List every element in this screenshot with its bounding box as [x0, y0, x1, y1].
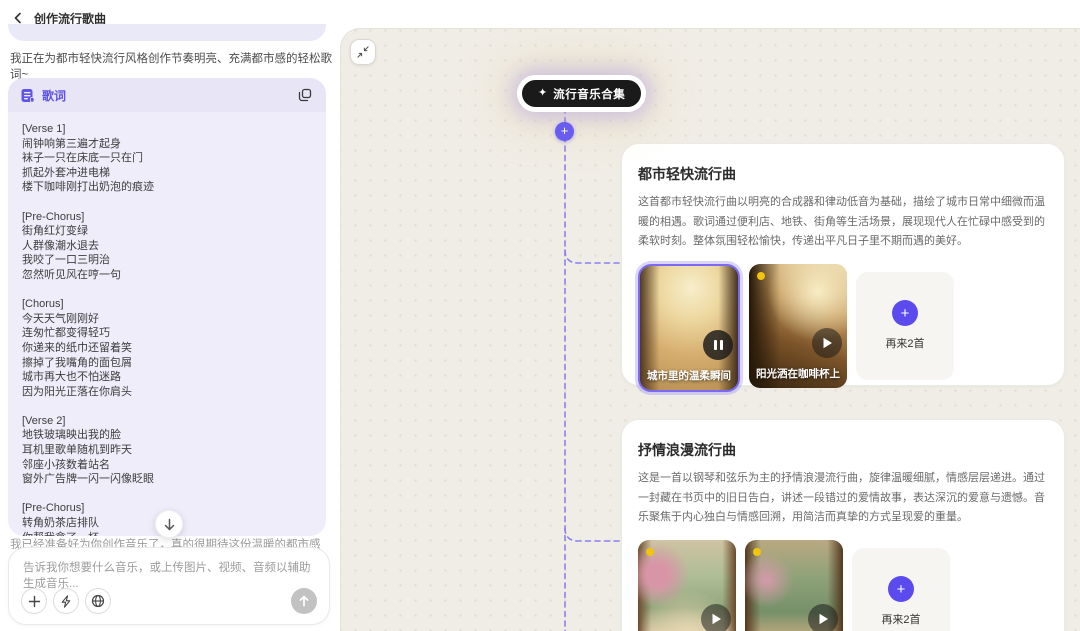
track-title: 城市里的温柔瞬间	[647, 368, 731, 383]
status-dot	[646, 548, 654, 556]
play-button[interactable]	[701, 604, 731, 631]
app-window: 创作流行歌曲 我正在为都市轻快流行风格创作节奏明亮、充满都市感的轻松歌词~ 歌词	[0, 0, 1080, 631]
pause-button[interactable]	[703, 330, 733, 360]
generate-more-button[interactable]: + 再来2首	[852, 548, 950, 631]
play-icon	[711, 613, 722, 625]
add-node-button[interactable]: +	[555, 122, 574, 141]
lyrics-panel: 歌词 [Verse 1] 闹钟响第三遍才起身 袜子一只在床底一只在门 抓起外套冲…	[8, 78, 326, 536]
canvas[interactable]: ✦ 流行音乐合集 + 都市轻快流行曲 这首都市轻快流行曲以明亮的合成器和律动低音…	[340, 28, 1080, 631]
track-card-selected[interactable]: 城市里的温柔瞬间	[638, 264, 740, 392]
lyrics-icon	[20, 88, 35, 103]
chevron-left-icon	[12, 12, 24, 24]
collection-node-label: 流行音乐合集	[553, 86, 625, 102]
play-button[interactable]	[812, 328, 842, 358]
quick-generate-button[interactable]	[53, 588, 79, 614]
track-list: 城市里的温柔瞬间 阳光洒在咖啡杯上 + 再来2首	[638, 264, 1048, 392]
track-card[interactable]: 阳光洒在咖啡杯上	[749, 264, 847, 388]
copy-button[interactable]	[296, 86, 314, 104]
plus-icon: +	[892, 300, 918, 326]
composer-toolbar	[9, 588, 329, 614]
pause-icon	[714, 340, 723, 350]
status-dot	[757, 272, 765, 280]
collection-node[interactable]: ✦ 流行音乐合集	[517, 75, 646, 112]
fit-view-button[interactable]	[350, 39, 376, 65]
play-icon	[822, 337, 833, 349]
plus-icon: +	[888, 576, 914, 602]
lyrics-text: [Verse 1] 闹钟响第三遍才起身 袜子一只在床底一只在门 抓起外套冲进电梯…	[8, 112, 326, 536]
web-button[interactable]	[85, 588, 111, 614]
lightning-icon	[60, 595, 72, 608]
lyrics-panel-header: 歌词	[8, 78, 326, 112]
arrow-down-icon	[163, 518, 176, 531]
arrow-up-icon	[298, 595, 310, 607]
music-prompt-input[interactable]	[23, 559, 315, 589]
song-group-card: 都市轻快流行曲 这首都市轻快流行曲以明亮的合成器和律动低音为基础，描绘了城市日常…	[621, 143, 1065, 386]
song-group-description: 这首都市轻快流行曲以明亮的合成器和律动低音为基础，描绘了城市日常中细微而温暖的相…	[638, 193, 1048, 252]
play-icon	[818, 613, 829, 625]
attach-button[interactable]	[21, 588, 47, 614]
generate-more-label: 再来2首	[881, 611, 920, 627]
sparkle-icon: ✦	[538, 88, 547, 99]
song-group-card: 抒情浪漫流行曲 这是一首以钢琴和弦乐为主的抒情浪漫流行曲，旋律温暖细腻，情感层层…	[621, 419, 1065, 631]
generate-more-label: 再来2首	[885, 335, 924, 351]
previous-message-bubble	[8, 24, 326, 41]
status-dot	[753, 548, 761, 556]
copy-icon	[298, 88, 312, 102]
track-card[interactable]: 纸条上的告白	[745, 540, 843, 631]
song-group-title: 都市轻快流行曲	[638, 164, 1048, 184]
track-list: 未说出口的爱 纸条上的告白 + 再来2首	[638, 540, 1048, 631]
scroll-to-bottom-button[interactable]	[155, 510, 183, 538]
composer	[8, 547, 330, 625]
play-button[interactable]	[808, 604, 838, 631]
song-group-title: 抒情浪漫流行曲	[638, 440, 1048, 460]
globe-icon	[91, 594, 105, 608]
track-card[interactable]: 未说出口的爱	[638, 540, 736, 631]
lyrics-panel-title: 歌词	[42, 87, 66, 104]
generate-more-button[interactable]: + 再来2首	[856, 272, 954, 380]
send-button[interactable]	[291, 588, 317, 614]
track-title: 阳光洒在咖啡杯上	[756, 366, 840, 381]
collapse-icon	[356, 45, 370, 59]
chat-panel: 创作流行歌曲 我正在为都市轻快流行风格创作节奏明亮、充满都市感的轻松歌词~ 歌词	[0, 0, 340, 631]
song-group-description: 这是一首以钢琴和弦乐为主的抒情浪漫流行曲，旋律温暖细腻，情感层层递进。通过一封藏…	[638, 469, 1048, 528]
plus-icon	[28, 595, 41, 608]
